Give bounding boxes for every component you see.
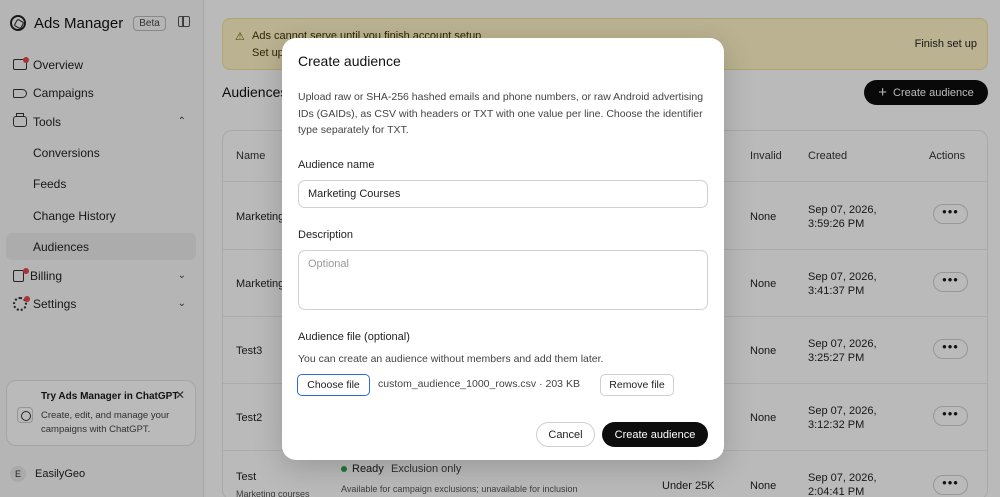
description-input[interactable] (298, 250, 708, 310)
audience-file-label: Audience file (optional) (298, 331, 410, 343)
create-audience-submit-button[interactable]: Create audience (602, 422, 708, 447)
selected-file-name: custom_audience_1000_rows.csv · 203 KB (378, 378, 580, 390)
cancel-button[interactable]: Cancel (536, 422, 595, 447)
dialog-title: Create audience (298, 53, 401, 69)
audience-name-input[interactable] (298, 180, 708, 208)
create-audience-dialog: Create audience Upload raw or SHA-256 ha… (282, 38, 724, 460)
audience-name-label: Audience name (298, 159, 375, 171)
description-label: Description (298, 229, 354, 241)
file-helper-text: You can create an audience without membe… (298, 353, 604, 365)
choose-file-button[interactable]: Choose file (297, 374, 370, 396)
dialog-description: Upload raw or SHA-256 hashed emails and … (298, 91, 704, 136)
remove-file-button[interactable]: Remove file (600, 374, 674, 396)
